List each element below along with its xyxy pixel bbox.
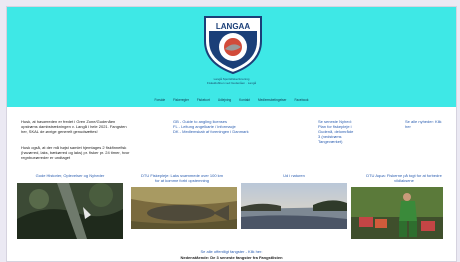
all-news-link[interactable]: Se alle nyheder: Klik her <box>405 119 453 129</box>
club-logo[interactable]: LANGAA <box>201 11 265 75</box>
all-news-line: her <box>405 124 411 129</box>
caption-line: vildlaksene <box>394 178 414 183</box>
intro-line: regnbueørreder er undtaget <box>21 155 71 160</box>
intro-line: her, SKAL de øvrige generelt genudsættes… <box>21 129 98 134</box>
stories-photo[interactable] <box>17 183 123 239</box>
latest-news-link[interactable]: Se seneste Nyhed: Plan for fiskepleje i … <box>318 119 378 144</box>
logo-top-text: LANGAA <box>216 22 250 31</box>
intro-text-1: Husk, at havørreden er fredet i Gren Zon… <box>21 119 146 134</box>
site-subtitle-2: Fiskeklubben ved Gudenåen · Langå <box>206 81 257 85</box>
nav-item-facebook[interactable]: Facebook <box>294 98 308 102</box>
page: LANGAA Langå Sportsfiskerforening Fiskek… <box>6 6 457 262</box>
main-nav: Forside Fiskeregler Fiskekort Udlejning … <box>7 98 456 102</box>
all-catches-link[interactable]: Se alle offentligt fangster - Klik her: <box>7 249 456 254</box>
nav-item-fiskekort[interactable]: Fiskekort <box>197 98 210 102</box>
dtu-aqua-photo[interactable] <box>351 187 443 239</box>
nav-item-medlemsbetingelser[interactable]: Medlemsbetingelser <box>258 98 287 102</box>
caption-line: for at komme forbi opstemning <box>154 178 210 183</box>
site-header: LANGAA Langå Sportsfiskerforening Fiskek… <box>7 7 456 107</box>
card-caption-dtu-aqua[interactable]: DTU Aqua: Fiskerne på togt for at forbed… <box>351 173 456 183</box>
card-caption-salmon[interactable]: DTU Fiskepleje: Laks svømmede over 100 k… <box>127 173 237 183</box>
nav-item-fiskeregler[interactable]: Fiskeregler <box>173 98 189 102</box>
caption-line: Gode Historier, Oplevelser og Nyheder <box>35 173 105 178</box>
card-caption-stories[interactable]: Gode Historier, Oplevelser og Nyheder <box>17 173 123 178</box>
guide-link-dk[interactable]: DK - Medlemskab af foreningen i Danmark <box>173 129 249 134</box>
salmon-photo[interactable] <box>131 187 237 229</box>
intro-text-2: Husk også, at der må højst samlet hjemta… <box>21 145 146 160</box>
nav-item-udlejning[interactable]: Udlejning <box>218 98 231 102</box>
nav-item-forside[interactable]: Forside <box>155 98 166 102</box>
card-caption-nature[interactable]: Ud i naturen <box>241 173 347 178</box>
nature-photo[interactable] <box>241 183 347 229</box>
caption-line: Ud i naturen <box>283 173 305 178</box>
latest-catches-heading: Nedenstående: De 3 seneste fangster fra … <box>180 255 283 260</box>
nav-item-kontakt[interactable]: Kontakt <box>239 98 250 102</box>
news-line: Tangeværket) <box>318 139 343 144</box>
